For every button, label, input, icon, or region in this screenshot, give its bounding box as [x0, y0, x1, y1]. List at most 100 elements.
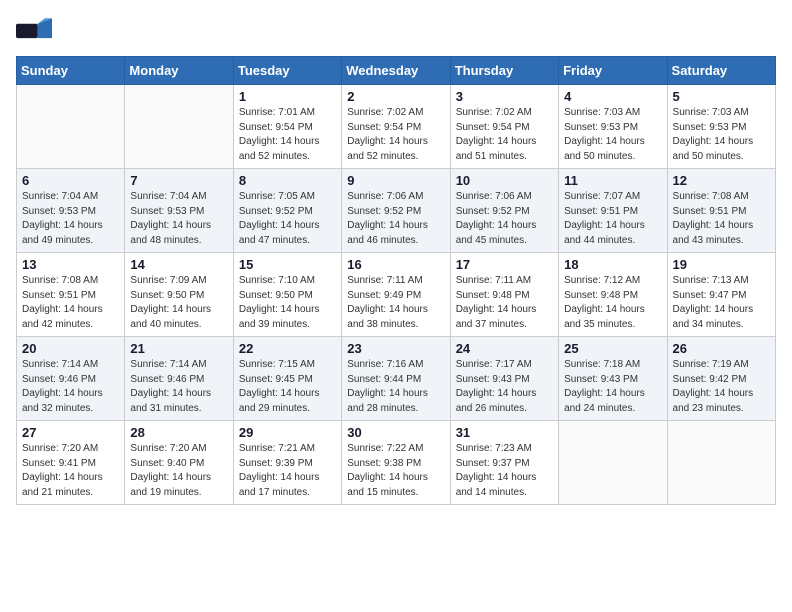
calendar-cell: 19 Sunrise: 7:13 AMSunset: 9:47 PMDayligh…: [667, 253, 775, 337]
calendar-cell: 8 Sunrise: 7:05 AMSunset: 9:52 PMDaylight…: [233, 169, 341, 253]
calendar-week-row: 13 Sunrise: 7:08 AMSunset: 9:51 PMDayligh…: [17, 253, 776, 337]
day-number: 24: [456, 341, 553, 356]
col-header-monday: Monday: [125, 57, 233, 85]
cell-info: Sunrise: 7:01 AMSunset: 9:54 PMDaylight:…: [239, 106, 336, 164]
day-number: 15: [239, 257, 336, 272]
calendar-cell: 9 Sunrise: 7:06 AMSunset: 9:52 PMDaylight…: [342, 169, 450, 253]
calendar-header-row: SundayMondayTuesdayWednesdayThursdayFrid…: [17, 57, 776, 85]
day-number: 17: [456, 257, 553, 272]
calendar-cell: 12 Sunrise: 7:08 AMSunset: 9:51 PMDayligh…: [667, 169, 775, 253]
logo: [16, 16, 56, 46]
cell-info: Sunrise: 7:12 AMSunset: 9:48 PMDaylight:…: [564, 274, 661, 332]
calendar-cell: 17 Sunrise: 7:11 AMSunset: 9:48 PMDayligh…: [450, 253, 558, 337]
calendar-cell: 25Sunrise: 7:18 AMSunset: 9:43 PMDayligh…: [559, 337, 667, 421]
day-number: 10: [456, 173, 553, 188]
calendar-cell: 7 Sunrise: 7:04 AMSunset: 9:53 PMDaylight…: [125, 169, 233, 253]
cell-info: Sunrise: 7:11 AMSunset: 9:49 PMDaylight:…: [347, 274, 444, 332]
day-number: 11: [564, 173, 661, 188]
day-number: 16: [347, 257, 444, 272]
col-header-wednesday: Wednesday: [342, 57, 450, 85]
day-number: 20: [22, 341, 119, 356]
cell-info: Sunrise: 7:20 AMSunset: 9:40 PMDaylight:…: [130, 442, 227, 500]
cell-info: Sunrise: 7:23 AMSunset: 9:37 PMDaylight:…: [456, 442, 553, 500]
cell-info: Sunrise: 7:09 AMSunset: 9:50 PMDaylight:…: [130, 274, 227, 332]
day-number: 2: [347, 89, 444, 104]
day-number: 31: [456, 425, 553, 440]
cell-info: Sunrise: 7:14 AMSunset: 9:46 PMDaylight:…: [130, 358, 227, 416]
day-number: 14: [130, 257, 227, 272]
cell-info: Sunrise: 7:15 AMSunset: 9:45 PMDaylight:…: [239, 358, 336, 416]
day-number: 6: [22, 173, 119, 188]
day-number: 19: [673, 257, 770, 272]
calendar-cell: 18 Sunrise: 7:12 AMSunset: 9:48 PMDayligh…: [559, 253, 667, 337]
cell-info: Sunrise: 7:06 AMSunset: 9:52 PMDaylight:…: [347, 190, 444, 248]
day-number: 18: [564, 257, 661, 272]
cell-info: Sunrise: 7:10 AMSunset: 9:50 PMDaylight:…: [239, 274, 336, 332]
col-header-saturday: Saturday: [667, 57, 775, 85]
calendar-cell: 26 Sunrise: 7:19 AMSunset: 9:42 PMDayligh…: [667, 337, 775, 421]
logo-icon: [16, 16, 52, 44]
calendar-cell: 13 Sunrise: 7:08 AMSunset: 9:51 PMDayligh…: [17, 253, 125, 337]
calendar-cell: [125, 85, 233, 169]
cell-info: Sunrise: 7:13 AMSunset: 9:47 PMDaylight:…: [673, 274, 770, 332]
day-number: 26: [673, 341, 770, 356]
col-header-friday: Friday: [559, 57, 667, 85]
cell-info: Sunrise: 7:21 AMSunset: 9:39 PMDaylight:…: [239, 442, 336, 500]
calendar-table: SundayMondayTuesdayWednesdayThursdayFrid…: [16, 56, 776, 505]
calendar-cell: 30Sunrise: 7:22 AMSunset: 9:38 PMDayligh…: [342, 421, 450, 505]
calendar-cell: 11 Sunrise: 7:07 AMSunset: 9:51 PMDayligh…: [559, 169, 667, 253]
day-number: 29: [239, 425, 336, 440]
cell-info: Sunrise: 7:08 AMSunset: 9:51 PMDaylight:…: [673, 190, 770, 248]
cell-info: Sunrise: 7:16 AMSunset: 9:44 PMDaylight:…: [347, 358, 444, 416]
calendar-cell: 22 Sunrise: 7:15 AMSunset: 9:45 PMDayligh…: [233, 337, 341, 421]
calendar-cell: 14 Sunrise: 7:09 AMSunset: 9:50 PMDayligh…: [125, 253, 233, 337]
cell-info: Sunrise: 7:11 AMSunset: 9:48 PMDaylight:…: [456, 274, 553, 332]
col-header-thursday: Thursday: [450, 57, 558, 85]
day-number: 12: [673, 173, 770, 188]
cell-info: Sunrise: 7:20 AMSunset: 9:41 PMDaylight:…: [22, 442, 119, 500]
calendar-week-row: 27 Sunrise: 7:20 AMSunset: 9:41 PMDayligh…: [17, 421, 776, 505]
day-number: 7: [130, 173, 227, 188]
cell-info: Sunrise: 7:04 AMSunset: 9:53 PMDaylight:…: [130, 190, 227, 248]
day-number: 21: [130, 341, 227, 356]
calendar-cell: 29 Sunrise: 7:21 AMSunset: 9:39 PMDayligh…: [233, 421, 341, 505]
day-number: 30: [347, 425, 444, 440]
col-header-sunday: Sunday: [17, 57, 125, 85]
day-number: 9: [347, 173, 444, 188]
calendar-cell: 6Sunrise: 7:04 AMSunset: 9:53 PMDaylight…: [17, 169, 125, 253]
cell-info: Sunrise: 7:07 AMSunset: 9:51 PMDaylight:…: [564, 190, 661, 248]
day-number: 27: [22, 425, 119, 440]
day-number: 5: [673, 89, 770, 104]
day-number: 28: [130, 425, 227, 440]
day-number: 4: [564, 89, 661, 104]
day-number: 1: [239, 89, 336, 104]
page-header: [16, 16, 776, 46]
calendar-cell: 24Sunrise: 7:17 AMSunset: 9:43 PMDayligh…: [450, 337, 558, 421]
calendar-cell: 2 Sunrise: 7:02 AMSunset: 9:54 PMDaylight…: [342, 85, 450, 169]
cell-info: Sunrise: 7:08 AMSunset: 9:51 PMDaylight:…: [22, 274, 119, 332]
calendar-cell: 15 Sunrise: 7:10 AMSunset: 9:50 PMDayligh…: [233, 253, 341, 337]
cell-info: Sunrise: 7:02 AMSunset: 9:54 PMDaylight:…: [347, 106, 444, 164]
cell-info: Sunrise: 7:19 AMSunset: 9:42 PMDaylight:…: [673, 358, 770, 416]
day-number: 13: [22, 257, 119, 272]
calendar-cell: 20 Sunrise: 7:14 AMSunset: 9:46 PMDayligh…: [17, 337, 125, 421]
cell-info: Sunrise: 7:06 AMSunset: 9:52 PMDaylight:…: [456, 190, 553, 248]
cell-info: Sunrise: 7:14 AMSunset: 9:46 PMDaylight:…: [22, 358, 119, 416]
day-number: 22: [239, 341, 336, 356]
calendar-cell: 27 Sunrise: 7:20 AMSunset: 9:41 PMDayligh…: [17, 421, 125, 505]
day-number: 3: [456, 89, 553, 104]
cell-info: Sunrise: 7:02 AMSunset: 9:54 PMDaylight:…: [456, 106, 553, 164]
day-number: 8: [239, 173, 336, 188]
calendar-week-row: 1 Sunrise: 7:01 AMSunset: 9:54 PMDaylight…: [17, 85, 776, 169]
day-number: 25: [564, 341, 661, 356]
cell-info: Sunrise: 7:03 AMSunset: 9:53 PMDaylight:…: [564, 106, 661, 164]
calendar-cell: 28 Sunrise: 7:20 AMSunset: 9:40 PMDayligh…: [125, 421, 233, 505]
calendar-cell: 3 Sunrise: 7:02 AMSunset: 9:54 PMDaylight…: [450, 85, 558, 169]
cell-info: Sunrise: 7:05 AMSunset: 9:52 PMDaylight:…: [239, 190, 336, 248]
cell-info: Sunrise: 7:03 AMSunset: 9:53 PMDaylight:…: [673, 106, 770, 164]
calendar-cell: 23Sunrise: 7:16 AMSunset: 9:44 PMDayligh…: [342, 337, 450, 421]
calendar-cell: 5 Sunrise: 7:03 AMSunset: 9:53 PMDaylight…: [667, 85, 775, 169]
calendar-week-row: 6 Sunrise: 7:04 AMSunset: 9:53 PMDaylight…: [17, 169, 776, 253]
calendar-cell: [667, 421, 775, 505]
calendar-cell: 4 Sunrise: 7:03 AMSunset: 9:53 PMDaylight…: [559, 85, 667, 169]
